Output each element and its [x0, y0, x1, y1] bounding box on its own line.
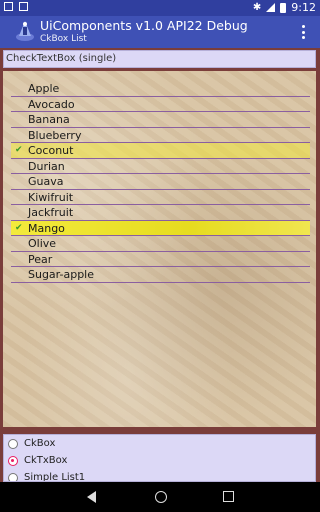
list-item-label: Mango [28, 221, 65, 235]
list-item-label: Kiwifruit [28, 190, 74, 204]
list-item-label: Avocado [28, 97, 75, 111]
list-item[interactable]: Blueberry [11, 128, 310, 143]
status-time: 9:12 [291, 1, 316, 14]
list-item[interactable]: Apple [11, 81, 310, 97]
radio-option-ckbox[interactable]: CkBox [8, 437, 308, 453]
list-item-label: Coconut [28, 144, 74, 157]
bluetooth-icon: ✱ [252, 2, 262, 13]
radio-option-simple-list1[interactable]: Simple List1 [8, 471, 308, 482]
list-item-label: Sugar-apple [28, 268, 94, 281]
overflow-menu-icon[interactable] [302, 25, 306, 39]
list-item[interactable]: Pear [11, 252, 310, 267]
app-bar: UiComponents v1.0 API22 Debug CkBox List [0, 16, 320, 48]
list-item-label: Banana [28, 113, 70, 126]
status-right-icons: ✱ 9:12 [253, 1, 316, 14]
list-panel: Apple Avocado Banana Blueberry ✔ Coconut … [3, 71, 316, 427]
list-item-label: Olive [28, 237, 57, 250]
radio-label: Simple List1 [24, 472, 86, 482]
list-item-label: Pear [28, 252, 53, 266]
list-item-label: Guava [28, 175, 64, 188]
app-title: UiComponents v1.0 API22 Debug [40, 18, 248, 33]
radio-button[interactable] [8, 456, 18, 466]
signal-icon [266, 3, 276, 12]
list-item[interactable]: Olive [11, 236, 310, 252]
list-item-label: Apple [28, 82, 60, 95]
list-item[interactable]: ✔ Mango [11, 220, 310, 236]
radio-label: CkBox [24, 438, 56, 449]
list-item[interactable]: Banana [11, 112, 310, 128]
recents-icon[interactable] [223, 491, 234, 502]
checktextbox-list: Apple Avocado Banana Blueberry ✔ Coconut … [11, 81, 310, 283]
check-icon: ✔ [15, 145, 23, 155]
section-header-label: CheckTextBox (single) [6, 53, 117, 64]
app-subtitle: CkBox List [40, 34, 87, 44]
list-item-label: Durian [28, 159, 65, 173]
battery-icon [280, 2, 287, 13]
list-item-label: Blueberry [28, 128, 82, 142]
list-item[interactable]: Guava [11, 174, 310, 190]
check-icon: ✔ [15, 222, 23, 233]
radio-label: CkTxBox [24, 455, 68, 466]
list-item[interactable]: Sugar-apple [11, 267, 310, 283]
section-header: CheckTextBox (single) [3, 50, 316, 68]
radio-option-cktxbox[interactable]: CkTxBox [8, 454, 308, 470]
list-item[interactable]: Kiwifruit [11, 190, 310, 205]
radio-group: CkBox CkTxBox Simple List1 [3, 434, 316, 482]
list-item-label: Jackfruit [28, 206, 74, 219]
radio-button[interactable] [8, 439, 18, 449]
navigation-bar [0, 482, 320, 512]
list-item[interactable]: ✔ Coconut [11, 143, 310, 159]
sim-icon [19, 2, 28, 11]
list-item[interactable]: Jackfruit [11, 205, 310, 221]
list-item[interactable]: Durian [11, 159, 310, 174]
radio-button[interactable] [8, 473, 18, 481]
back-icon[interactable] [87, 491, 96, 503]
list-item[interactable]: Avocado [11, 97, 310, 112]
home-icon[interactable] [155, 491, 167, 503]
status-left-icons [4, 2, 28, 11]
app-logo-icon [16, 21, 34, 41]
notification-icon [4, 2, 13, 11]
status-bar: ✱ 9:12 [0, 0, 320, 16]
